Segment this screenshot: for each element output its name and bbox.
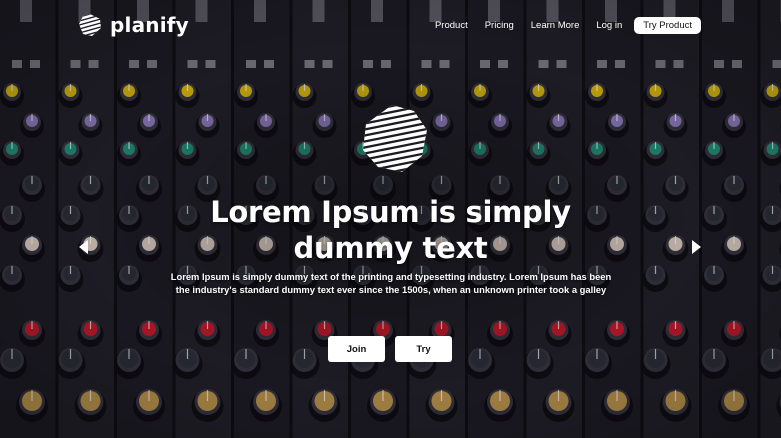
nav-learn-more-link[interactable]: Learn More — [531, 20, 580, 31]
hero-title: Lorem Ipsum is simply dummy text — [210, 195, 571, 265]
nav-menu: Product Pricing Learn More Log in Try Pr… — [435, 17, 701, 34]
join-button[interactable]: Join — [328, 336, 385, 362]
hero-description: Lorem Ipsum is simply dummy text of the … — [170, 271, 612, 295]
arrow-right-icon[interactable] — [692, 240, 701, 254]
planify-logo-icon — [79, 14, 101, 36]
try-button[interactable]: Try — [395, 336, 452, 362]
hero-logo-icon — [363, 105, 427, 172]
top-navbar: planify Product Pricing Learn More Log i… — [0, 0, 781, 54]
brand-name: planify — [110, 13, 189, 37]
nav-login-link[interactable]: Log in — [596, 20, 622, 31]
hero-section: planify Product Pricing Learn More Log i… — [0, 0, 781, 438]
brand-link[interactable]: planify — [78, 13, 189, 37]
arrow-left-icon[interactable] — [79, 240, 88, 254]
nav-product-link[interactable]: Product — [435, 20, 468, 31]
try-product-button[interactable]: Try Product — [634, 17, 701, 34]
nav-pricing-link[interactable]: Pricing — [485, 20, 514, 31]
